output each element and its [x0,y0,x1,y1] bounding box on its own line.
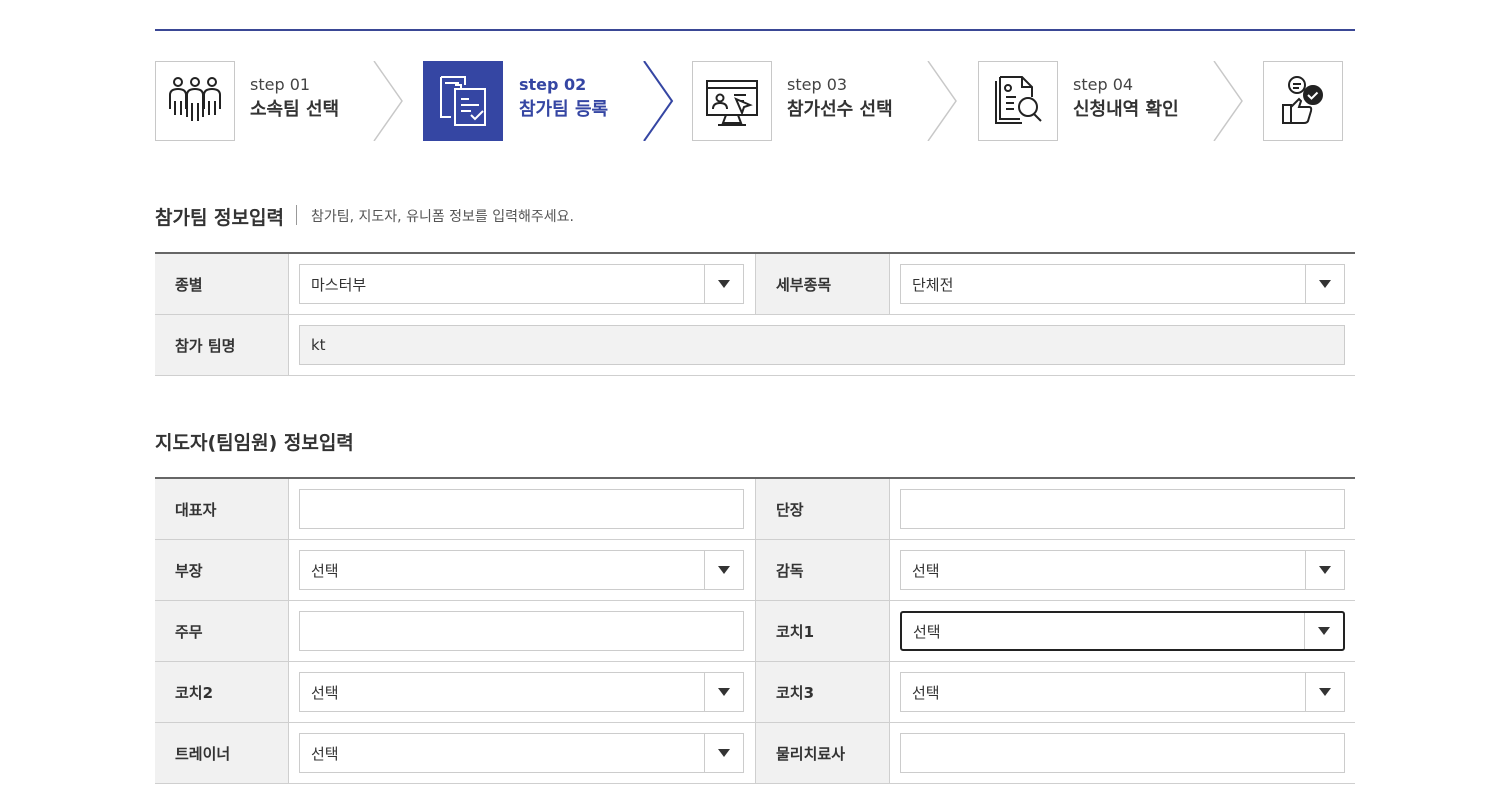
head-coach-label: 감독 [755,540,890,600]
form-row: 트레이너 선택 물리치료사 [155,723,1355,784]
step-02-box [423,61,503,141]
chevron-right-icon [1213,61,1243,141]
secretary-input[interactable] [299,611,744,651]
step-number: step 03 [787,75,848,94]
form-row: 참가 팀명 kt [155,315,1355,376]
step-number: step 01 [250,75,311,94]
dropdown-arrow-icon[interactable] [704,551,743,589]
step-05-box [1263,61,1343,141]
step-title: 참가선수 선택 [787,99,893,120]
step-04-box [978,61,1058,141]
select-value: 선택 [311,561,339,580]
event-value: 단체전 [912,275,954,294]
step-title: 참가팀 등록 [519,99,609,120]
chevron-right-icon [373,61,403,141]
division-label: 종별 [155,254,289,314]
dropdown-arrow-icon[interactable] [1305,265,1344,303]
step-number: step 02 [519,75,587,94]
form-row: 주무 코치1 선택 [155,601,1355,662]
coach2-select[interactable]: 선택 [299,672,744,712]
dropdown-arrow-icon[interactable] [704,673,743,711]
coach3-label: 코치3 [755,662,890,722]
coach1-select[interactable]: 선택 [900,611,1345,651]
event-label: 세부종목 [755,254,890,314]
step-title: 소속팀 선택 [250,99,340,120]
step-01-text: step 01 소속팀 선택 [250,75,339,123]
dropdown-arrow-icon[interactable] [704,265,743,303]
coach1-label: 코치1 [755,601,890,661]
representative-input[interactable] [299,489,744,529]
step-02-text: step 02 참가팀 등록 [519,75,608,123]
dropdown-arrow-icon[interactable] [1305,551,1344,589]
select-value: 선택 [311,744,339,763]
top-divider [155,29,1355,31]
team-people-icon [169,77,221,121]
step-04-text: step 04 신청내역 확인 [1073,75,1179,123]
team-head-label: 단장 [755,479,890,539]
staff-info-form: 대표자 단장 부장 선택 감독 선택 주무 코치1 선택 코치2 선택 코치3 [155,477,1355,784]
dropdown-arrow-icon[interactable] [704,734,743,772]
select-value: 선택 [913,622,941,641]
select-value: 선택 [912,561,940,580]
team-head-input[interactable] [900,489,1345,529]
step-03-box [692,61,772,141]
chevron-right-icon [927,61,957,141]
secretary-label: 주무 [155,601,289,661]
chevron-right-active-icon [643,61,674,141]
head-coach-select[interactable]: 선택 [900,550,1345,590]
physio-input[interactable] [900,733,1345,773]
form-row: 종별 마스터부 세부종목 단체전 [155,254,1355,315]
player-select-monitor-icon [706,80,758,126]
manager-label: 부장 [155,540,289,600]
team-name-value: kt [311,336,326,354]
dropdown-arrow-icon[interactable] [1305,673,1344,711]
select-value: 선택 [311,683,339,702]
select-value: 선택 [912,683,940,702]
document-search-icon [995,76,1042,124]
step-number: step 04 [1073,75,1134,94]
representative-label: 대표자 [155,479,289,539]
dropdown-arrow-icon[interactable] [1304,613,1343,649]
team-info-form: 종별 마스터부 세부종목 단체전 참가 팀명 kt [155,252,1355,376]
step-01-box [155,61,235,141]
division-value: 마스터부 [311,275,367,294]
document-register-icon [440,76,486,126]
team-section-desc: 참가팀, 지도자, 유니폼 정보를 입력해주세요. [311,209,574,225]
step-03-text: step 03 참가선수 선택 [787,75,893,123]
trainer-select[interactable]: 선택 [299,733,744,773]
coach2-label: 코치2 [155,662,289,722]
event-select[interactable]: 단체전 [900,264,1345,304]
form-row: 코치2 선택 코치3 선택 [155,662,1355,723]
title-separator [296,205,297,225]
team-section-title: 참가팀 정보입력 [155,207,284,229]
manager-select[interactable]: 선택 [299,550,744,590]
step-title: 신청내역 확인 [1073,99,1179,120]
physio-label: 물리치료사 [755,723,890,783]
form-row: 부장 선택 감독 선택 [155,540,1355,601]
coach3-select[interactable]: 선택 [900,672,1345,712]
team-name-input[interactable]: kt [299,325,1345,365]
form-row: 대표자 단장 [155,479,1355,540]
staff-section-title: 지도자(팀임원) 정보입력 [155,432,354,454]
trainer-label: 트레이너 [155,723,289,783]
thumbs-up-check-icon [1282,76,1323,124]
team-name-label: 참가 팀명 [155,315,289,375]
division-select[interactable]: 마스터부 [299,264,744,304]
